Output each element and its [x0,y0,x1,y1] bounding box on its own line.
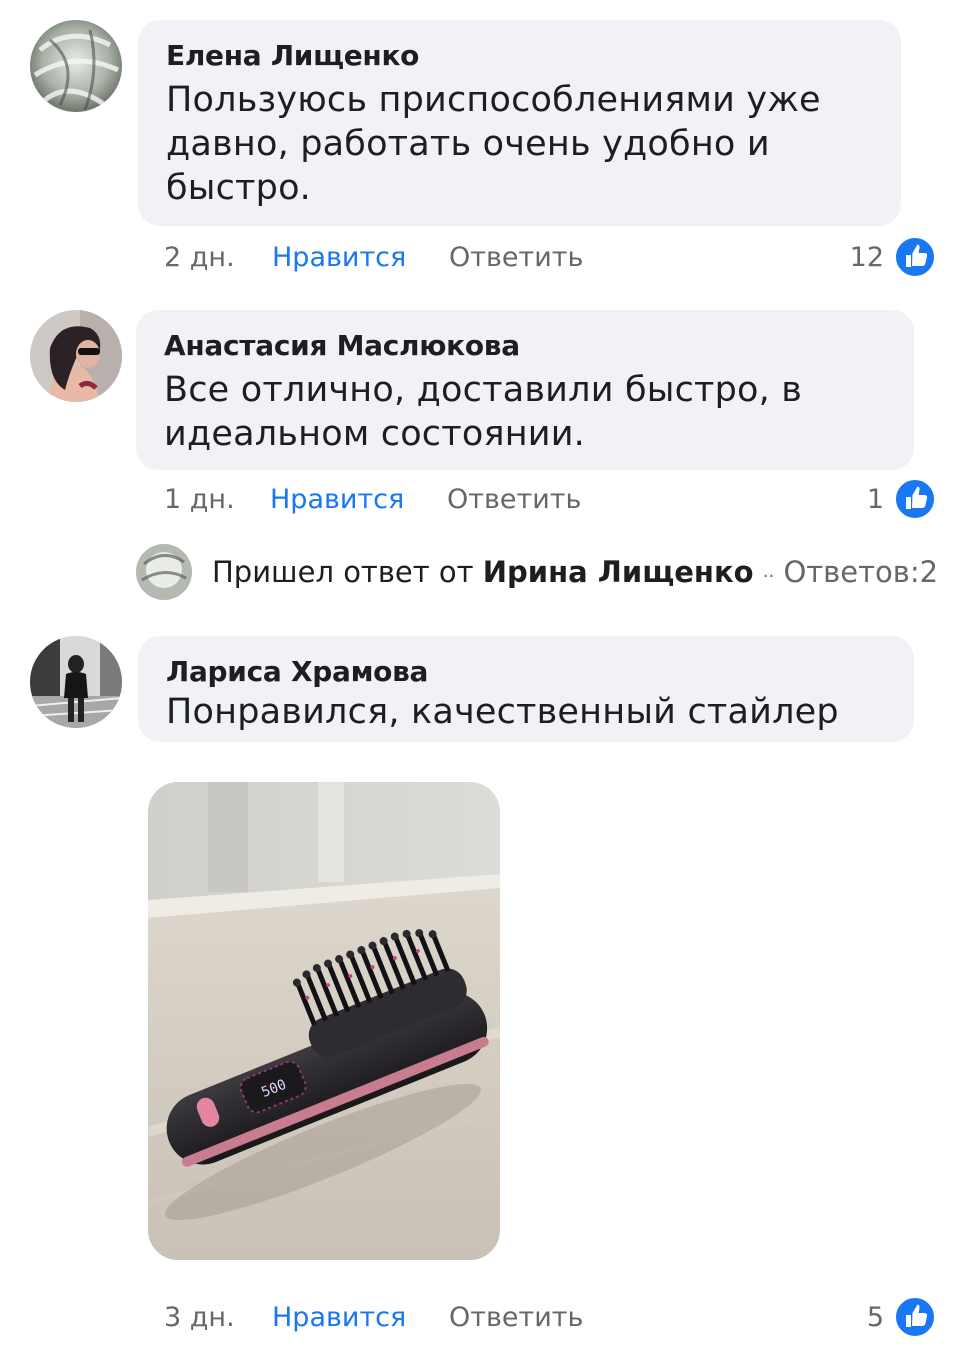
like-count[interactable]: 12 [820,238,884,278]
thumbs-up-icon[interactable] [894,1296,936,1338]
avatar-elena[interactable] [30,20,122,112]
comment-text: Пользуюсь приспособлениями уже давно, ра… [166,80,821,208]
comment-author[interactable]: Анастасия Маслюкова [164,328,886,364]
avatar-anastasia[interactable] [30,310,122,402]
avatar-photo-icon [30,20,122,112]
avatar-photo-icon [136,544,192,600]
like-count[interactable]: 5 [820,1298,884,1338]
avatar-irina [136,544,192,600]
reply-summary: Пришел ответ от Ирина Лищенко ·· Ответов… [212,552,938,597]
comment-text: Все отлично, доставили быстро, в идеальн… [164,370,803,454]
comment-bubble: Анастасия Маслюкова Все отлично, достави… [136,310,914,470]
like-count[interactable]: 1 [820,480,884,520]
avatar-larisa[interactable] [30,636,122,728]
reply-button[interactable]: Ответить [449,1298,583,1338]
avatar-photo-icon [30,636,122,728]
reply-button[interactable]: Ответить [449,238,583,278]
like-button[interactable]: Нравится [272,1298,406,1338]
comment-bubble: Лариса Храмова Понравился, качественный … [138,636,914,742]
like-button[interactable]: Нравится [272,238,406,278]
hair-straightener-brush-photo: 500 [148,782,500,1260]
comment-text: Понравился, качественный стайлер [166,692,839,732]
avatar-photo-icon [30,310,122,402]
comment-time[interactable]: 2 дн. [164,238,235,278]
replies-count: Ответов:2 [783,555,939,589]
reply-separator: ·· [762,566,775,587]
comment-author[interactable]: Лариса Храмова [166,654,886,690]
comment-photo[interactable]: 500 [148,782,500,1260]
comment-time[interactable]: 3 дн. [164,1298,235,1338]
reply-author: Ирина Лищенко [482,555,754,589]
reply-prefix: Пришел ответ от [212,555,474,589]
comment-time[interactable]: 1 дн. [164,480,235,520]
comment-author[interactable]: Елена Лищенко [166,38,873,74]
thumbs-up-icon[interactable] [894,478,936,520]
reply-button[interactable]: Ответить [447,480,581,520]
thumbs-up-icon[interactable] [894,236,936,278]
comment-bubble: Елена Лищенко Пользуюсь приспособлениями… [138,20,901,226]
like-button[interactable]: Нравится [270,480,404,520]
